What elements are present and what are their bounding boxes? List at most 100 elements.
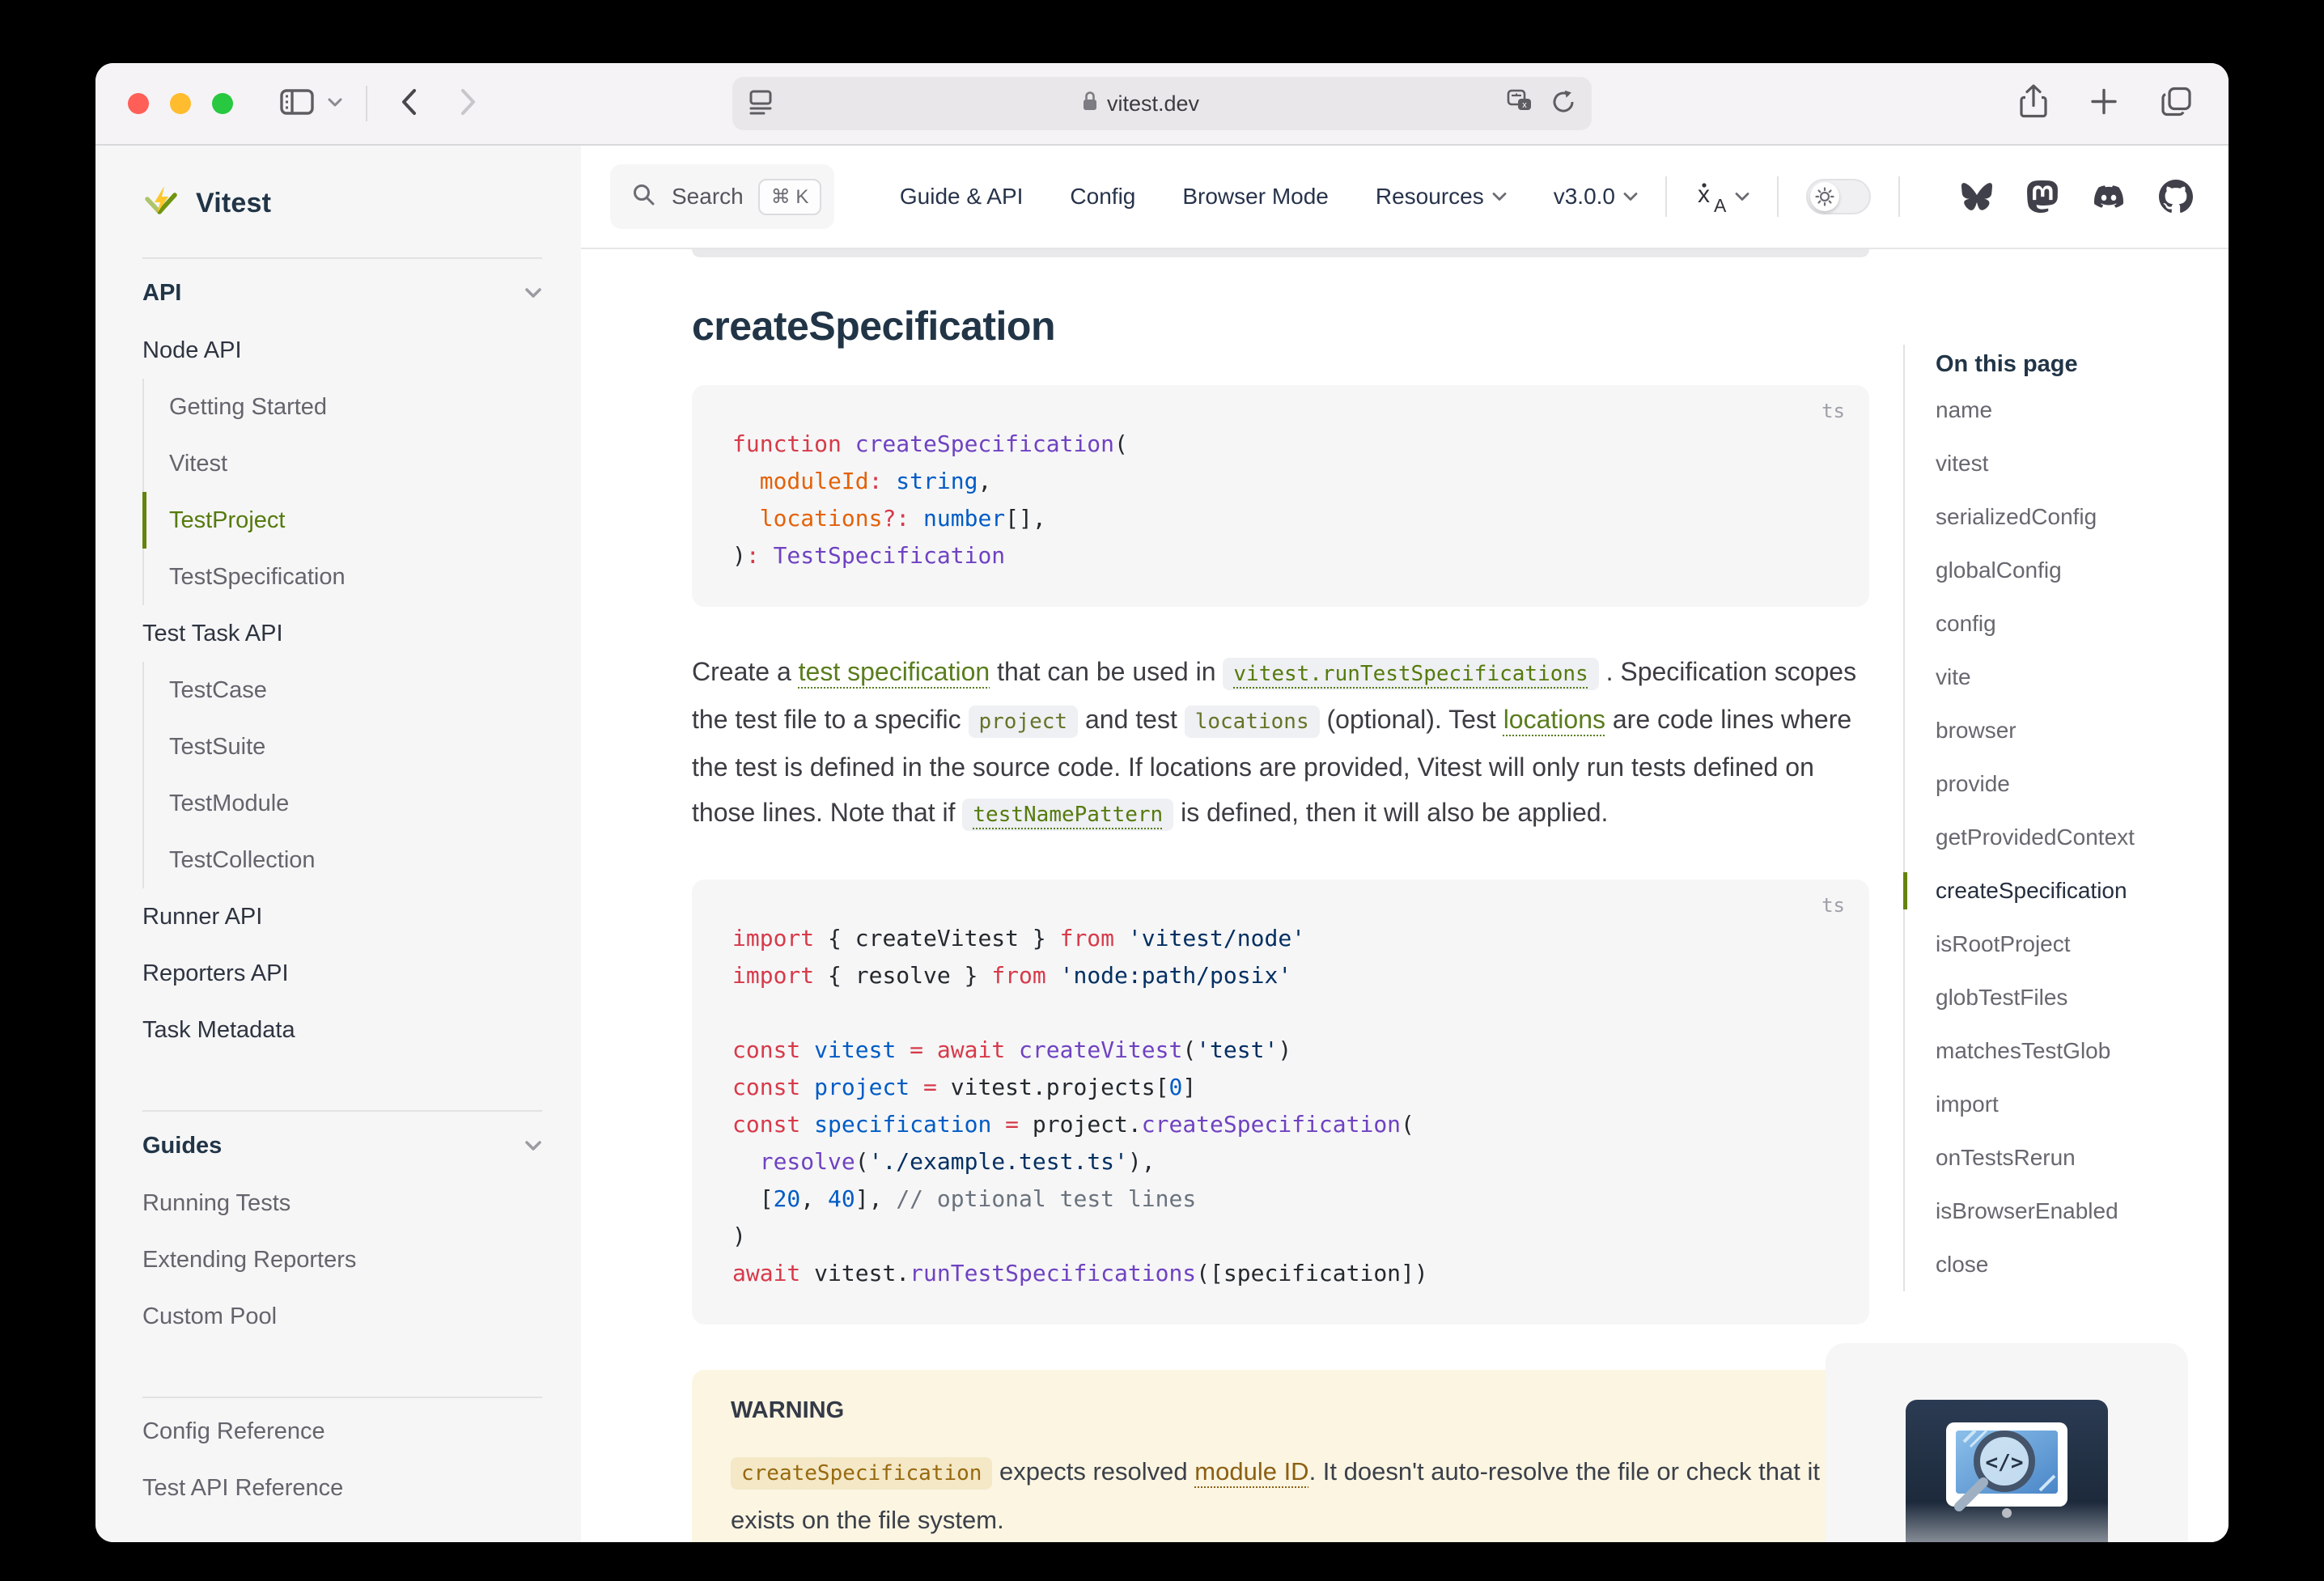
sidebar: Vitest APINode APIGetting StartedVitestT… [95, 146, 581, 1542]
inline-link[interactable]: locations [1503, 705, 1605, 734]
chevron-down-icon [1492, 192, 1507, 201]
sidebar-item-testsuite[interactable]: TestSuite [142, 718, 542, 775]
reader-icon[interactable] [747, 87, 774, 121]
sidebar-divider [142, 257, 542, 259]
sidebar-item-testcollection[interactable]: TestCollection [142, 832, 542, 888]
mastodon-icon[interactable] [2026, 180, 2059, 214]
forward-button[interactable] [455, 84, 482, 124]
new-tab-icon[interactable] [2088, 86, 2120, 122]
sidebar-item-testcase[interactable]: TestCase [142, 662, 542, 718]
chevron-down-icon [1623, 192, 1638, 201]
address-bar[interactable]: vitest.dev x [732, 77, 1592, 130]
text-run: (optional). Test [1320, 705, 1503, 734]
zoom-window-button[interactable] [212, 93, 233, 114]
description-paragraph: Create a test specification that can be … [692, 649, 1869, 837]
translate-icon[interactable]: xA [1694, 180, 1749, 214]
sidebar-item-config-reference[interactable]: Config Reference [142, 1403, 542, 1460]
toc-item-vite[interactable]: vite [1936, 651, 2229, 704]
minimize-window-button[interactable] [170, 93, 191, 114]
toc-item-globtestfiles[interactable]: globTestFiles [1936, 971, 2229, 1024]
nav-link-label: v3.0.0 [1554, 184, 1615, 210]
sidebar-item-test-task-api[interactable]: Test Task API [142, 605, 542, 662]
inline-link[interactable]: testNamePattern [962, 799, 1173, 831]
text-run: that can be used in [990, 657, 1223, 686]
content-scroll-area[interactable]: createSpecification ts function createSp… [581, 249, 2229, 1542]
browser-window: vitest.dev x [95, 63, 2229, 1542]
sidebar-item-runner-api[interactable]: Runner API [142, 888, 542, 945]
search-label: Search [672, 184, 744, 210]
sidebar-group-guides[interactable]: Guides [142, 1117, 542, 1175]
toc-item-isbrowserenabled[interactable]: isBrowserEnabled [1936, 1185, 2229, 1238]
toc-item-close[interactable]: close [1936, 1238, 2229, 1291]
toc-item-isrootproject[interactable]: isRootProject [1936, 918, 2229, 971]
sidebar-group-api[interactable]: API [142, 264, 542, 322]
toc-item-name[interactable]: name [1936, 384, 2229, 437]
nav-link-config[interactable]: Config [1070, 184, 1135, 210]
nav-link-v3-0-0[interactable]: v3.0.0 [1554, 184, 1638, 210]
warning-title: WARNING [731, 1397, 1830, 1424]
theme-toggle[interactable] [1806, 179, 1871, 214]
sidebar-item-extending-reporters[interactable]: Extending Reporters [142, 1231, 542, 1288]
close-window-button[interactable] [128, 93, 149, 114]
nav-link-guide-api[interactable]: Guide & API [900, 184, 1024, 210]
toc-item-serializedconfig[interactable]: serializedConfig [1936, 490, 2229, 544]
nav-link-browser-mode[interactable]: Browser Mode [1182, 184, 1329, 210]
text-run: and test [1078, 705, 1185, 734]
sponsor-card[interactable]: </> [1826, 1343, 2188, 1542]
sidebar-item-getting-started[interactable]: Getting Started [142, 379, 542, 435]
sidebar-item-testproject[interactable]: TestProject [142, 492, 542, 549]
warning-callout: WARNING createSpecification expects reso… [692, 1370, 1869, 1542]
inline-link[interactable]: module ID [1194, 1457, 1308, 1486]
toc-item-ontestsrerun[interactable]: onTestsRerun [1936, 1131, 2229, 1185]
sidebar-chevron-icon[interactable] [327, 96, 343, 112]
toc-item-createspecification[interactable]: createSpecification [1936, 864, 2229, 918]
tabs-overview-icon[interactable] [2159, 84, 2195, 124]
toc-item-globalconfig[interactable]: globalConfig [1936, 544, 2229, 597]
text-run: expects resolved [992, 1457, 1194, 1486]
toc-item-provide[interactable]: provide [1936, 757, 2229, 811]
sidebar-divider [142, 1110, 542, 1112]
inline-link[interactable]: test specification [799, 657, 990, 686]
bluesky-icon[interactable] [1960, 181, 1994, 212]
github-icon[interactable] [2159, 180, 2193, 214]
back-button[interactable] [395, 84, 422, 124]
toc-item-matchestestglob[interactable]: matchesTestGlob [1936, 1024, 2229, 1078]
svg-text:A: A [1714, 195, 1727, 214]
toc-item-getprovidedcontext[interactable]: getProvidedContext [1936, 811, 2229, 864]
toc-item-import[interactable]: import [1936, 1078, 2229, 1131]
sidebar-toggle-icon[interactable] [278, 86, 316, 122]
code-block-signature: ts function createSpecification( moduleI… [692, 385, 1869, 607]
inline-code: project [969, 706, 1079, 738]
sidebar-divider [142, 1397, 542, 1398]
sidebar-item-custom-pool[interactable]: Custom Pool [142, 1288, 542, 1345]
logo-text: Vitest [196, 188, 271, 219]
toc-item-vitest[interactable]: vitest [1936, 437, 2229, 490]
vitest-logo[interactable]: Vitest [142, 173, 542, 233]
sponsor-image: </> [1906, 1400, 2108, 1542]
sidebar-item-vitest[interactable]: Vitest [142, 435, 542, 492]
translate-page-icon[interactable]: x [1506, 88, 1537, 120]
sidebar-item-node-api[interactable]: Node API [142, 322, 542, 379]
inline-link[interactable]: vitest.runTestSpecifications [1223, 658, 1598, 690]
reload-icon[interactable] [1550, 87, 1577, 121]
code-content: import { createVitest } from 'vitest/nod… [692, 920, 1869, 1292]
sidebar-item-testmodule[interactable]: TestModule [142, 775, 542, 832]
sidebar-item-running-tests[interactable]: Running Tests [142, 1175, 542, 1231]
toc-title: On this page [1936, 345, 2229, 384]
sidebar-item-testspecification[interactable]: TestSpecification [142, 549, 542, 605]
share-icon[interactable] [2018, 83, 2049, 125]
search-button[interactable]: Search ⌘ K [610, 164, 834, 229]
nav-link-resources[interactable]: Resources [1376, 184, 1507, 210]
text-run: Create a [692, 657, 799, 686]
code-search-illustration: </> [1906, 1400, 2108, 1542]
sidebar-item-task-metadata[interactable]: Task Metadata [142, 1002, 542, 1058]
toolbar-left-group [278, 84, 482, 124]
sidebar-item-reporters-api[interactable]: Reporters API [142, 945, 542, 1002]
discord-icon[interactable] [2091, 182, 2127, 211]
toc-item-browser[interactable]: browser [1936, 704, 2229, 757]
sun-icon [1810, 182, 1839, 211]
toc-item-config[interactable]: config [1936, 597, 2229, 651]
sidebar-item-test-api-reference[interactable]: Test API Reference [142, 1460, 542, 1516]
warning-body: createSpecification expects resolved mod… [731, 1448, 1830, 1542]
doc-content: createSpecification ts function createSp… [692, 249, 1869, 1542]
